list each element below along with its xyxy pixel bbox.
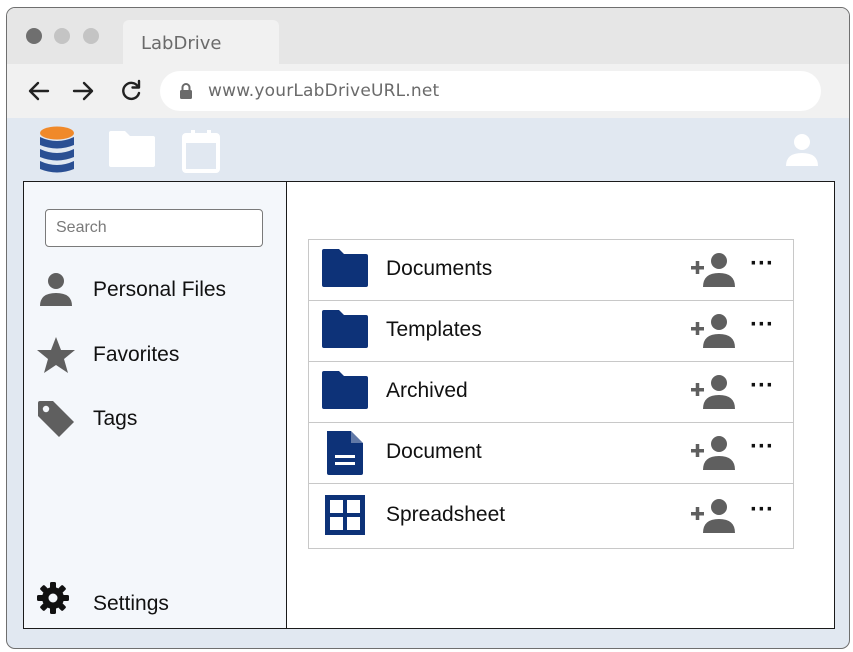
sidebar: Personal Files Favorites Tags [24,182,287,628]
share-button[interactable] [687,435,737,471]
sidebar-item-label: Personal Files [93,278,227,301]
tag-icon [36,399,76,439]
add-user-icon [691,499,735,533]
spreadsheet-icon [321,492,369,536]
reload-icon [122,79,141,100]
sidebar-item-label: Favorites [93,343,180,366]
list-item[interactable]: Archived ··· [309,362,793,423]
person-icon [36,270,76,310]
share-button[interactable] [687,313,737,349]
list-item[interactable]: Document ··· [309,423,793,484]
add-user-icon [691,314,735,348]
file-name: Archived [386,379,468,402]
more-options-button[interactable]: ··· [747,435,777,467]
add-user-icon [691,253,735,287]
more-options-button[interactable]: ··· [747,498,777,530]
folder-icon [321,309,369,353]
more-options-button[interactable]: ··· [747,374,777,406]
file-name: Templates [386,318,482,341]
user-icon[interactable] [785,132,819,168]
tab-title: LabDrive [141,33,222,54]
folder-icon[interactable] [108,130,156,168]
sidebar-item-tags[interactable]: Tags [36,399,276,439]
file-name: Spreadsheet [386,503,506,526]
file-name: Documents [386,257,493,280]
document-icon [321,429,369,475]
browser-tab[interactable]: LabDrive [123,20,279,64]
reload-button[interactable] [118,78,144,104]
url-text: www.yourLabDriveURL.net [208,81,440,101]
file-list: Documents ··· Templates ··· Archived ···… [308,239,794,549]
database-icon[interactable] [39,126,75,176]
folder-icon [321,370,369,414]
search-input[interactable] [45,209,263,247]
more-options-button[interactable]: ··· [747,313,777,345]
file-browser: Documents ··· Templates ··· Archived ···… [288,182,834,628]
arrow-left-icon [28,81,50,101]
share-button[interactable] [687,498,737,534]
close-window-button[interactable] [26,28,42,44]
sidebar-item-label: Tags [93,407,138,430]
forward-button[interactable] [70,78,96,104]
sidebar-item-favorites[interactable]: Favorites [36,335,276,375]
list-item[interactable]: Templates ··· [309,301,793,362]
share-button[interactable] [687,252,737,288]
more-options-button[interactable]: ··· [747,252,777,284]
address-bar[interactable]: www.yourLabDriveURL.net [160,71,821,111]
share-button[interactable] [687,374,737,410]
navigation-bar: www.yourLabDriveURL.net [7,64,849,118]
calendar-icon[interactable] [181,129,221,173]
lock-icon [180,83,192,99]
sidebar-item-settings[interactable]: Settings [36,581,276,624]
minimize-window-button[interactable] [54,28,70,44]
star-icon [36,335,76,375]
folder-icon [321,248,369,292]
list-item[interactable]: Documents ··· [309,240,793,301]
add-user-icon [691,436,735,470]
back-button[interactable] [26,78,52,104]
sidebar-item-personal-files[interactable]: Personal Files [36,270,276,310]
app-panel: Personal Files Favorites Tags [23,181,835,629]
add-user-icon [691,375,735,409]
sidebar-item-label: Settings [93,592,169,615]
maximize-window-button[interactable] [83,28,99,44]
list-item[interactable]: Spreadsheet ··· [309,484,793,548]
file-name: Document [386,440,482,463]
browser-window: LabDrive www.yourLabDriveURL.net Search … [6,7,850,649]
gear-icon [36,581,76,621]
tab-bar: LabDrive [7,8,849,64]
arrow-right-icon [72,81,94,101]
